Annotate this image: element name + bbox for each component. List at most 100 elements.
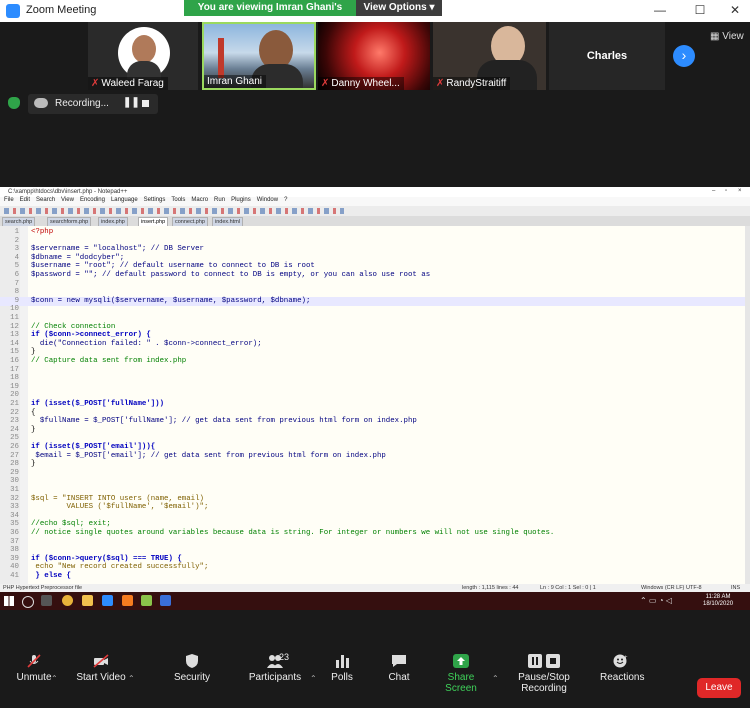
status-length: length : 1,115 lines : 44 [462, 585, 519, 591]
line-text: } else { [31, 572, 71, 580]
muted-mic-icon [27, 654, 41, 668]
view-options-label: View Options [363, 2, 427, 13]
polls-label: Polls [331, 672, 353, 683]
zoom-logo-icon [6, 4, 20, 18]
unmute-button[interactable]: Unmute [12, 654, 56, 683]
chevron-down-icon: ▾ [429, 2, 435, 13]
notepad-title: C:\xampp\htdocs\dbv\insert.php - Notepad… [8, 189, 128, 195]
chat-icon [392, 655, 406, 667]
recording-label: Recording... [55, 98, 109, 109]
windows-start-icon [4, 596, 14, 606]
menu-item: View [61, 197, 74, 203]
meeting-toolbar [0, 610, 750, 708]
shared-screen-notepad: C:\xampp\htdocs\dbv\insert.php - Notepad… [0, 187, 750, 592]
muted-mic-icon: ✗ [321, 78, 330, 89]
notepad-minimize-icon: – [712, 188, 716, 194]
share-screen-button[interactable]: Share Screen [432, 654, 490, 694]
unmute-label: Unmute [16, 672, 52, 683]
menu-item: Window [256, 197, 279, 203]
line-number: 41 [10, 572, 19, 580]
participants-chevron-up-icon[interactable]: ⌃ [310, 674, 317, 683]
search-icon [22, 596, 34, 608]
leave-button[interactable]: Leave [697, 678, 741, 698]
notepad-menu: File Edit Search View Encoding Language Settin… [0, 197, 750, 206]
participant-name: ✗ RandyStraitiff [433, 77, 511, 90]
participant-tile-active-speaker[interactable]: Imran Ghani [202, 22, 316, 90]
menu-item: Encoding [79, 197, 105, 203]
close-icon[interactable]: ✕ [725, 3, 745, 17]
menu-item: Edit [19, 197, 31, 203]
editor-scrollbar [745, 226, 750, 584]
notepadpp-icon [141, 595, 152, 606]
audio-options-chevron-up-icon[interactable]: ⌃ [51, 674, 58, 683]
view-options-button[interactable]: View Options ▾ [356, 0, 442, 16]
participant-tile[interactable]: ✗ Danny Wheel... [318, 22, 430, 90]
taskbar-clock: 11:28 AM 18/10/2020 [703, 594, 733, 608]
security-shield-icon [186, 654, 198, 668]
window-title: Zoom Meeting [26, 4, 97, 16]
pause-stop-recording-button[interactable]: Pause/Stop Recording [498, 654, 590, 694]
participants-count: 23 [279, 652, 290, 662]
windows-taskbar: ⌃ ▭ ◔ ◁ 11:28 AM 18/10/2020 [0, 592, 750, 610]
notepad-titlebar: C:\xampp\htdocs\dbv\insert.php - Notepad… [0, 187, 750, 197]
view-button-label: View [722, 31, 744, 42]
chat-label: Chat [388, 672, 410, 683]
grid-icon: ▦ [710, 31, 720, 42]
security-button[interactable]: Security [170, 654, 214, 683]
reactions-button[interactable]: + Reactions [600, 654, 645, 683]
status-position: Ln : 9 Col : 1 Sel : 0 | 1 [540, 585, 596, 591]
next-page-button[interactable]: › [673, 45, 695, 67]
participant-tile[interactable]: Charles [549, 22, 665, 90]
notepad-tabs: search.php searchform.php index.php inse… [0, 216, 750, 227]
app-icon [160, 595, 171, 606]
window-titlebar: Zoom Meeting You are viewing Imran Ghani… [0, 0, 750, 29]
video-off-icon [93, 654, 109, 668]
code-editor: 1 <?php 2 3 $servername = "localhost"; // DB… [0, 226, 745, 584]
menu-item: Macro [191, 197, 209, 203]
recording-bar: Recording... ❚❚ [28, 94, 158, 114]
chevron-right-icon: › [681, 47, 687, 63]
menu-item: Tools [171, 197, 186, 203]
pause-recording-icon[interactable]: ❚❚ [123, 97, 140, 108]
svg-text:+: + [624, 655, 628, 661]
participant-name: ✗ Danny Wheel... [318, 77, 404, 90]
notepad-close-icon: × [738, 188, 742, 194]
participant-name: ✗ Waleed Farag [88, 77, 168, 90]
reactions-smiley-icon: + [613, 654, 628, 668]
chrome-icon [62, 595, 73, 606]
pause-recording-label: Pause/Stop Recording [518, 672, 570, 694]
start-video-button[interactable]: Start Video [76, 654, 126, 683]
security-label: Security [173, 672, 211, 683]
taskbar-time: 11:28 AM [705, 594, 731, 600]
menu-item: ? [284, 197, 288, 203]
notepad-maximize-icon: ▫ [725, 188, 728, 194]
start-video-label: Start Video [76, 672, 126, 683]
reactions-label: Reactions [600, 672, 645, 683]
notepad-statusbar: PHP Hypertext Preprocessor file length :… [0, 584, 750, 592]
muted-mic-icon: ✗ [91, 78, 100, 89]
xampp-icon [122, 595, 133, 606]
stop-recording-icon[interactable] [142, 100, 149, 107]
participants-button[interactable]: 23 Participants [242, 652, 308, 683]
participant-tile[interactable]: ✗ RandyStraitiff [433, 22, 546, 90]
minimize-icon[interactable]: — [650, 3, 670, 17]
maximize-icon[interactable]: ☐ [690, 3, 710, 17]
participant-name: Imran Ghani [204, 75, 267, 88]
status-ins: INS [731, 585, 741, 591]
share-banner: You are viewing Imran Ghani's screen [184, 0, 356, 29]
participant-name: Charles [586, 50, 628, 62]
view-button[interactable]: ▦ View [710, 31, 744, 42]
task-view-icon [41, 595, 52, 606]
participant-tile[interactable]: ✗ Waleed Farag [88, 22, 198, 90]
menu-item: Plugins [231, 197, 251, 203]
chat-button[interactable]: Chat [384, 655, 414, 683]
menu-item: Settings [143, 197, 166, 203]
encryption-shield-icon[interactable] [8, 97, 20, 109]
video-options-chevron-up-icon[interactable]: ⌃ [128, 674, 135, 683]
taskbar-date: 18/10/2020 [703, 601, 734, 607]
status-encoding: UTF-8 [686, 585, 702, 591]
menu-item: Search [36, 197, 56, 203]
share-screen-icon [453, 654, 469, 668]
code-line: 41 } else { [0, 572, 745, 581]
polls-button[interactable]: Polls [327, 655, 357, 683]
